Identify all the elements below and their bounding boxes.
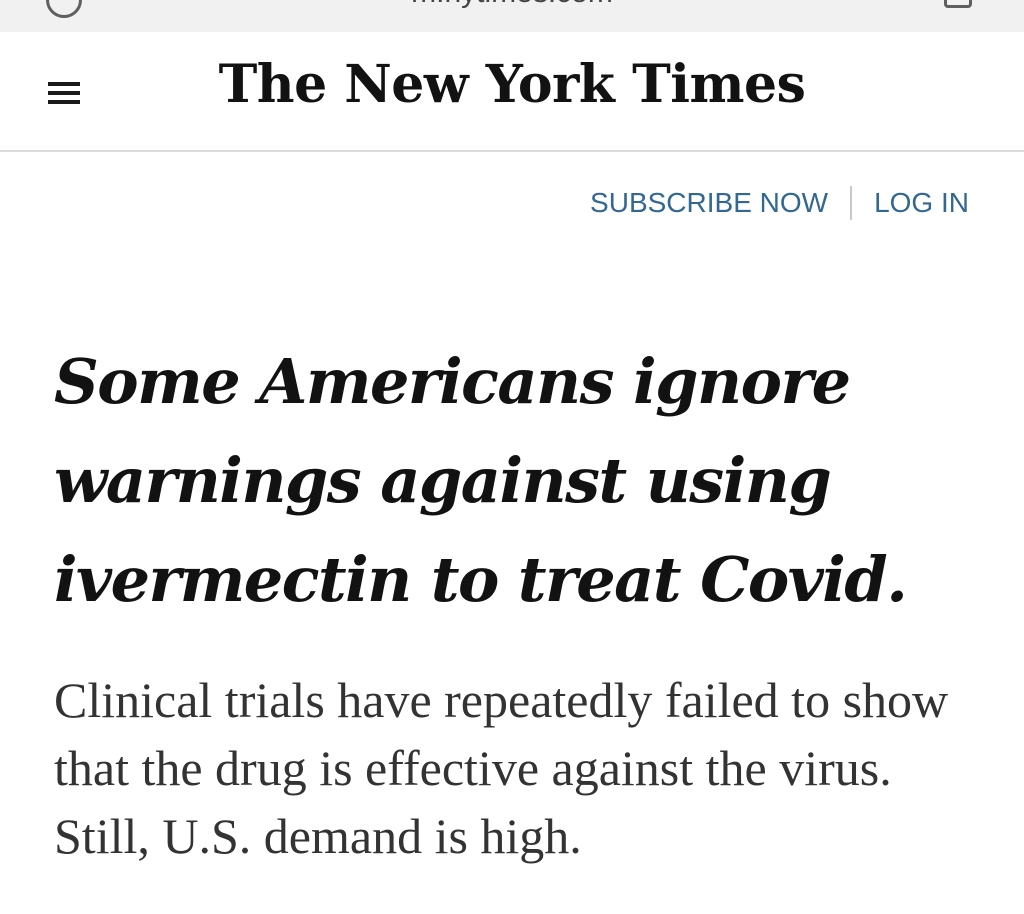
subscribe-now-link[interactable]: SUBSCRIBE NOW <box>590 187 828 219</box>
masthead: The New York Times <box>0 32 1024 152</box>
tabs-icon[interactable] <box>944 0 972 8</box>
log-in-link[interactable]: LOG IN <box>874 187 969 219</box>
browser-toolbar: m.nytimes.com <box>0 0 1024 32</box>
address-bar[interactable]: m.nytimes.com <box>0 0 1024 10</box>
account-links: SUBSCRIBE NOW LOG IN <box>590 186 969 220</box>
article-headline: Some Americans ignore warnings against u… <box>54 345 908 616</box>
link-divider <box>850 186 853 220</box>
nyt-logo[interactable]: The New York Times <box>0 54 1024 115</box>
article-summary: Clinical trials have repeatedly failed t… <box>54 672 949 864</box>
